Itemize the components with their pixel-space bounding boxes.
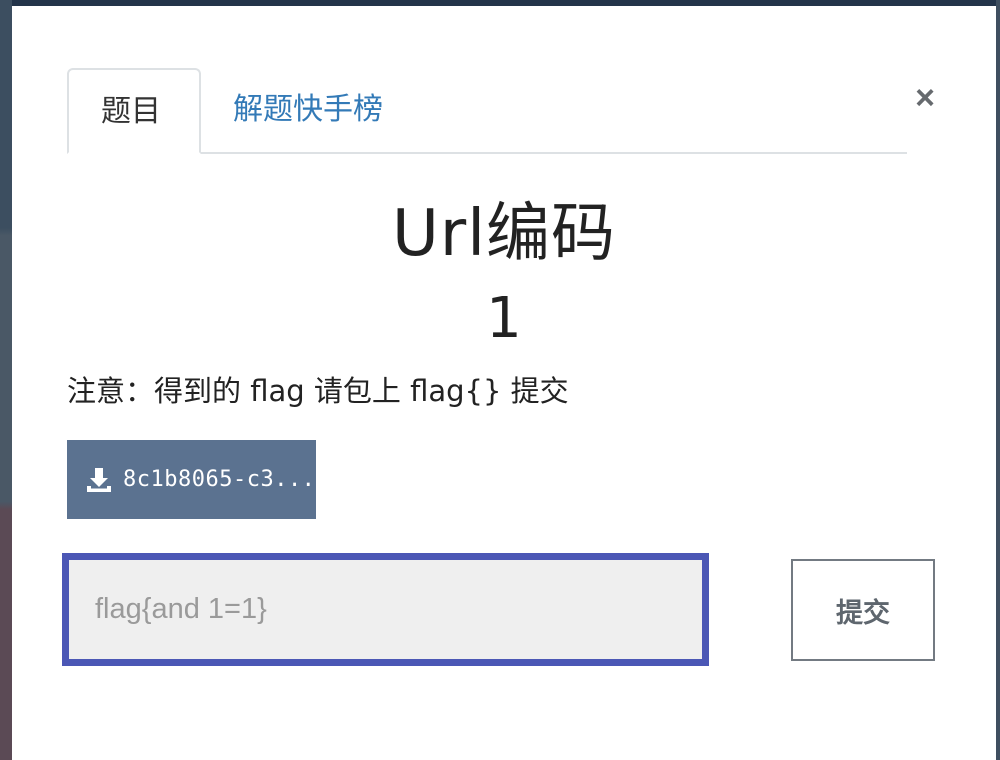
submit-button[interactable]: 提交 — [791, 559, 935, 661]
challenge-description: 注意：得到的 flag 请包上 flag{} 提交 — [67, 374, 569, 408]
file-download-button[interactable]: 8c1b8065-c3... — [67, 440, 316, 519]
challenge-modal: × 题目 解题快手榜 Url编码 1 注意：得到的 flag 请包上 flag{… — [12, 6, 996, 760]
page-backdrop-left — [0, 0, 12, 760]
flag-input[interactable] — [62, 553, 709, 666]
tab-challenge[interactable]: 题目 — [67, 68, 201, 154]
page-backdrop-right — [996, 0, 1000, 760]
tab-solves[interactable]: 解题快手榜 — [201, 68, 415, 150]
file-name: 8c1b8065-c3... — [123, 467, 316, 492]
challenge-value: 1 — [486, 286, 522, 351]
download-icon — [87, 467, 111, 492]
modal-tabs: 题目 解题快手榜 — [67, 68, 907, 154]
challenge-name: Url编码 — [392, 197, 616, 271]
close-button[interactable]: × — [908, 78, 942, 118]
